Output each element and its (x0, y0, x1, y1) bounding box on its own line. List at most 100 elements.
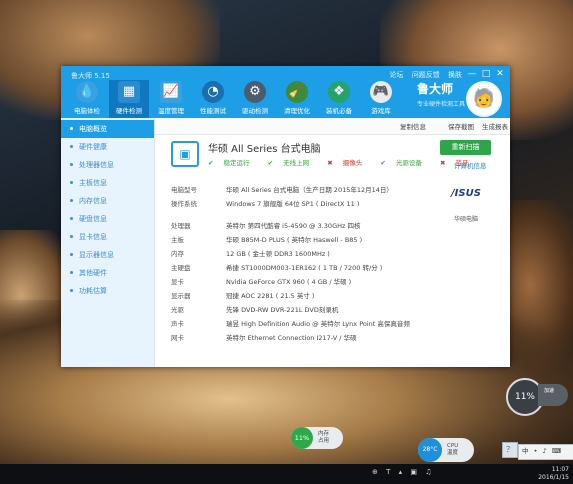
check-item: ✔ 光驱设备 (380, 159, 422, 167)
cross-icon: ✖ (439, 159, 446, 167)
app-tray-icon[interactable]: ▣ (410, 468, 417, 476)
tool-pc-checkup[interactable]: 💧 电脑体检 (67, 80, 107, 118)
feature-checks: ✔ 稳定运行 ✔ 无线上网 ✖ 摄像头 ✔ 光驱设备 ✖ 蓝牙 (208, 157, 484, 167)
tray-icons: ⊕ T ▴ ▣ ♫ (372, 468, 438, 476)
text-icon[interactable]: T (386, 468, 390, 476)
sidebar-item-label: 处理器信息 (79, 161, 114, 169)
sidebar-item-health[interactable]: 硬件健康 (61, 138, 154, 156)
feedback-link[interactable]: 问题反馈 (412, 71, 440, 79)
clock-date: 2016/1/15 (538, 474, 569, 481)
ime-dot-icon[interactable]: • (534, 447, 538, 455)
clock-time: 11:07 (551, 466, 569, 473)
chart-icon: 📈 (160, 81, 182, 103)
brand-subtitle: 专业硬件检测工具 (417, 101, 466, 108)
rescan-button[interactable]: 重新扫描 (440, 140, 491, 155)
ime-toolbar[interactable]: 中 • ♪ ⌨ (518, 444, 573, 460)
sidebar-item-memory[interactable]: 内存信息 (61, 192, 154, 210)
brand: 鲁大师 专业硬件检测工具 (417, 80, 465, 108)
volume-icon[interactable]: ♫ (425, 468, 431, 476)
help-icon[interactable]: ？ (502, 442, 518, 458)
sidebar-item-label: 硬盘信息 (79, 215, 107, 223)
computer-icon: ▣ (171, 141, 199, 167)
temperature-widget[interactable]: 28°C CPU 温度 (418, 438, 474, 462)
accelerator-label: 加速 (538, 384, 568, 406)
ime-mode[interactable]: 中 (522, 447, 529, 455)
sidebar: 电脑概览 硬件健康 处理器信息 主板信息 内存信息 硬盘信息 显卡信息 显示器信… (61, 118, 155, 367)
tool-benchmark[interactable]: ◔ 性能测试 (193, 80, 233, 118)
close-button[interactable]: ✕ (493, 68, 507, 80)
copy-info-link[interactable]: 复制信息 (400, 121, 426, 131)
apps-icon: ❖ (328, 81, 350, 103)
gear-icon: ⚙ (244, 81, 266, 103)
bullet-icon (70, 235, 73, 238)
clock[interactable]: 11:07 2016/1/15 (538, 466, 569, 482)
gauge-icon: ◔ (202, 81, 224, 103)
board-icon: ▦ (118, 81, 140, 103)
tool-label: 硬件检测 (116, 107, 142, 115)
minimize-button[interactable]: — (465, 68, 479, 80)
skin-link[interactable]: 换肤 (448, 71, 462, 79)
bullet-icon (70, 271, 73, 274)
sidebar-item-label: 内存信息 (79, 197, 107, 205)
sidebar-item-motherboard[interactable]: 主板信息 (61, 174, 154, 192)
cpu-temp-value: 28°C (418, 438, 442, 462)
check-icon: ✔ (267, 159, 274, 167)
check-item: ✖ 摄像头 (327, 159, 363, 167)
memory-widget-label: 内存 占用 (318, 431, 330, 444)
tool-cleanup[interactable]: 🧹 清理优化 (277, 80, 317, 118)
bullet-icon (70, 145, 73, 148)
title-links: 论坛 问题反馈 换肤 (384, 70, 462, 80)
bullet-icon (70, 163, 73, 166)
bullet-icon (70, 181, 73, 184)
sidebar-item-cpu[interactable]: 处理器信息 (61, 156, 154, 174)
tool-driver[interactable]: ⚙ 驱动检测 (235, 80, 275, 118)
sidebar-item-overview[interactable]: 电脑概览 (61, 120, 154, 138)
sidebar-item-monitor[interactable]: 显示器信息 (61, 246, 154, 264)
cross-icon: ✖ (327, 159, 333, 167)
bullet-icon (70, 217, 73, 220)
bullet-icon (70, 253, 73, 256)
avatar[interactable]: 🧓 (466, 81, 502, 117)
maximize-button[interactable]: □ (479, 68, 493, 80)
tool-hardware-detect[interactable]: ▦ 硬件检测 (109, 80, 149, 118)
arrow-up-icon[interactable]: ▴ (399, 468, 403, 476)
memory-usage-value: 11% (291, 427, 313, 449)
sidebar-item-power[interactable]: 功耗估算 (61, 282, 154, 300)
tool-label: 性能测试 (200, 107, 226, 115)
save-screenshot-link[interactable]: 保存截图 (448, 121, 474, 131)
sidebar-item-other[interactable]: 其他硬件 (61, 264, 154, 282)
check-icon: ✔ (380, 159, 386, 167)
brand-name: 鲁大师 (417, 82, 454, 96)
tool-software[interactable]: ❖ 装机必备 (319, 80, 359, 118)
ime-sound-icon[interactable]: ♪ (543, 447, 547, 455)
memory-widget[interactable]: 11% 内存 占用 (291, 427, 343, 449)
check-item: ✔ 无线上网 (267, 159, 310, 167)
bullet-icon (70, 199, 73, 202)
forum-link[interactable]: 论坛 (390, 71, 404, 79)
sidebar-item-disk[interactable]: 硬盘信息 (61, 210, 154, 228)
keyboard-icon[interactable]: ⌨ (552, 447, 561, 455)
sidebar-item-label: 主板信息 (79, 179, 107, 187)
tool-games[interactable]: 🎮 游戏库 (361, 80, 401, 118)
sidebar-item-label: 硬件健康 (79, 143, 107, 151)
pc-name: 华硕 All Series 台式电脑 (208, 144, 321, 155)
tool-label: 温度管理 (158, 107, 184, 115)
gamepad-icon: 🎮 (370, 81, 392, 103)
sidebar-item-label: 其他硬件 (79, 269, 107, 277)
network-icon[interactable]: ⊕ (372, 468, 378, 476)
sidebar-item-label: 显卡信息 (79, 233, 107, 241)
drop-icon: 💧 (76, 81, 98, 103)
taskbar: ⊕ T ▴ ▣ ♫ 11:07 2016/1/15 (0, 464, 573, 484)
check-icon: ✔ (208, 159, 214, 167)
generate-report-link[interactable]: 生成报表 (482, 121, 508, 131)
tool-label: 装机必备 (326, 107, 352, 115)
broom-icon: 🧹 (286, 81, 308, 103)
sidebar-item-gpu[interactable]: 显卡信息 (61, 228, 154, 246)
computer-info-link[interactable]: 计算机信息 (454, 160, 487, 170)
app-window: 鲁大师 5.15 论坛 问题反馈 换肤 — □ ✕ 💧 电脑体检 ▦ 硬件检测 … (61, 66, 510, 367)
sidebar-item-label: 显示器信息 (79, 251, 114, 259)
action-bar: 复制信息 保存截图 生成报表 (155, 118, 510, 135)
sidebar-item-label: 电脑概览 (79, 125, 107, 133)
tool-label: 清理优化 (284, 107, 310, 115)
tool-temperature[interactable]: 📈 温度管理 (151, 80, 191, 118)
